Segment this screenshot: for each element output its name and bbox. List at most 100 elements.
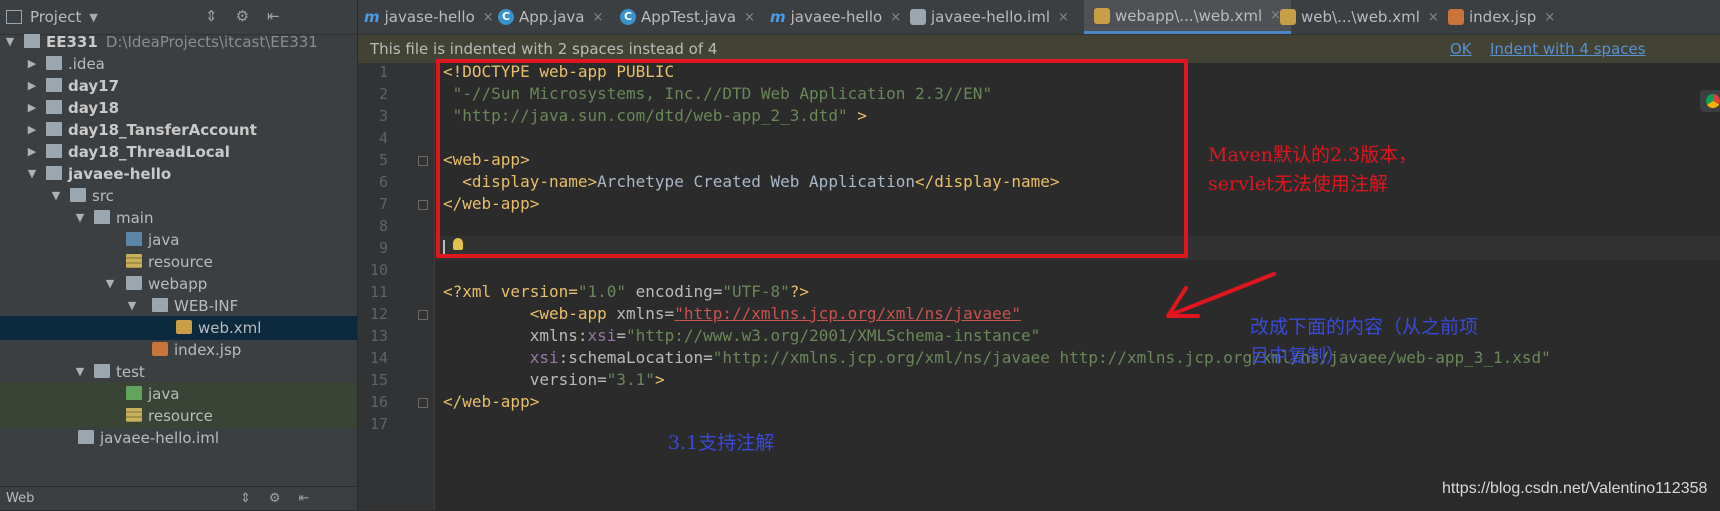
tree-item-day18[interactable]: ▶ day18 [0, 96, 357, 120]
hide-panel-icon[interactable]: ⇤ [267, 7, 280, 25]
project-view-title[interactable]: Project [30, 8, 81, 26]
collapse-all-icon[interactable]: ⇕ [240, 487, 251, 511]
tree-item-test-resource[interactable]: resource [0, 404, 357, 428]
line-number: 6 [378, 173, 388, 191]
line-number: 9 [378, 239, 388, 257]
close-icon[interactable]: × [744, 10, 755, 25]
tree-item-idea[interactable]: ▶ .idea [0, 52, 357, 76]
tree-item-webapp[interactable]: ▼ webapp [0, 272, 357, 296]
tree-item-day18-threadlocal[interactable]: ▶ day18_ThreadLocal [0, 140, 357, 164]
test-folder-icon [126, 386, 142, 400]
tree-item-label: main [116, 209, 154, 227]
folder-icon [46, 56, 62, 70]
close-icon[interactable]: × [593, 10, 604, 25]
resource-folder-icon [126, 254, 142, 268]
jsp-file-icon [152, 342, 168, 356]
line-number: 16 [369, 393, 388, 411]
tree-item-resource[interactable]: resource [0, 250, 357, 274]
tree-item-label: test [116, 363, 145, 381]
tab-webapp-web-xml[interactable]: webapp\...\web.xml × [1084, 0, 1292, 34]
fold-marker-icon[interactable] [418, 156, 428, 166]
fold-marker-icon[interactable] [418, 200, 428, 210]
project-icon [6, 10, 22, 24]
line-number: 17 [369, 415, 388, 433]
blue-annotation-note: 改成下面的内容（从之前项目中复制） [1250, 316, 1479, 367]
close-icon[interactable]: × [1544, 10, 1555, 25]
fold-marker-icon[interactable] [418, 398, 428, 408]
expand-arrow-icon[interactable]: ▼ [74, 360, 86, 384]
expand-arrow-icon[interactable]: ▶ [26, 74, 38, 98]
class-icon: C [620, 9, 636, 25]
string-token: "http://www.w3.org/2001/XMLSchema-instan… [626, 326, 1041, 345]
source-folder-icon [126, 232, 142, 246]
expand-arrow-icon[interactable]: ▶ [26, 96, 38, 120]
collapse-all-icon[interactable]: ⇕ [205, 7, 218, 25]
tab-label: javaee-hello [790, 8, 883, 26]
web-tool-window-header: Web ⇕ ⚙ ⇤ [0, 486, 357, 510]
close-icon[interactable]: × [890, 10, 901, 25]
pi-token: <?xml version= [443, 282, 578, 301]
module-file-icon [910, 9, 926, 25]
tree-item-src[interactable]: ▼ src [0, 184, 357, 208]
tree-item-label: day18 [68, 99, 120, 117]
code-line-12: <web-app xmlns="http://xmlns.jcp.org/xml… [443, 302, 1021, 326]
tree-item-index-jsp[interactable]: index.jsp [0, 338, 357, 362]
web-tool-window-title[interactable]: Web [6, 491, 34, 506]
gear-icon[interactable]: ⚙ [269, 487, 281, 511]
tree-item-main[interactable]: ▼ main [0, 206, 357, 230]
line-number: 13 [369, 327, 388, 345]
line-number: 14 [369, 349, 388, 367]
expand-arrow-icon[interactable]: ▶ [26, 118, 38, 142]
close-icon[interactable]: × [1058, 10, 1069, 25]
tree-item-label: day17 [68, 77, 120, 95]
tree-item-project-root[interactable]: ▼ EE331 D:\IdeaProjects\itcast\EE331 [0, 30, 357, 54]
tab-javaee-hello[interactable]: m javaee-hello × [770, 0, 901, 34]
close-icon[interactable]: × [483, 10, 494, 25]
xml-file-icon [1094, 7, 1110, 24]
expand-arrow-icon[interactable]: ▼ [74, 206, 86, 230]
tab-javase-hello[interactable]: m javase-hello × [364, 0, 494, 34]
expand-arrow-icon[interactable]: ▼ [26, 162, 38, 186]
tree-item-javaee-hello[interactable]: ▼ javaee-hello [0, 162, 357, 186]
browser-preview-icon[interactable] [1700, 90, 1720, 112]
line-number-gutter: 1 2 3 4 5 6 7 8 9 10 11 12 13 14 15 16 1… [358, 63, 435, 510]
tree-item-iml[interactable]: javaee-hello.iml [0, 426, 357, 450]
url-token[interactable]: "http://xmlns.jcp.org/xml/ns/javaee" [674, 304, 1021, 323]
expand-arrow-icon[interactable]: ▼ [126, 294, 138, 318]
tree-item-test-java[interactable]: java [0, 382, 357, 406]
tree-item-java[interactable]: java [0, 228, 357, 252]
expand-arrow-icon[interactable]: ▶ [26, 52, 38, 76]
tab-javaee-hello-iml[interactable]: javaee-hello.iml × [910, 0, 1069, 34]
chevron-down-icon[interactable]: ▼ [89, 11, 97, 24]
tab-label: AppTest.java [641, 8, 737, 26]
tree-item-test[interactable]: ▼ test [0, 360, 357, 384]
expand-arrow-icon[interactable]: ▼ [4, 30, 16, 54]
module-folder-icon [24, 34, 40, 48]
tab-apptest-java[interactable]: C AppTest.java × [620, 0, 755, 34]
close-icon[interactable]: × [1428, 10, 1439, 25]
tree-item-web-inf[interactable]: ▼ WEB-INF [0, 294, 357, 318]
tab-label: web\...\web.xml [1301, 8, 1420, 26]
maven-icon: m [364, 8, 380, 26]
module-file-icon [78, 430, 94, 444]
tab-index-jsp[interactable]: index.jsp × [1448, 0, 1555, 34]
xml-file-icon [176, 320, 192, 334]
tree-item-label: webapp [148, 275, 208, 293]
indent-with-4-spaces-link[interactable]: Indent with 4 spaces [1490, 35, 1646, 63]
fold-marker-icon[interactable] [418, 310, 428, 320]
expand-arrow-icon[interactable]: ▼ [50, 184, 62, 208]
tree-item-web-xml[interactable]: web.xml [0, 316, 357, 340]
tab-app-java[interactable]: C App.java × [498, 0, 603, 34]
tree-item-label: day18_TansferAccount [68, 121, 257, 139]
hide-panel-icon[interactable]: ⇤ [299, 487, 310, 511]
chrome-icon[interactable] [1706, 94, 1720, 108]
tree-item-day18-tansferaccount[interactable]: ▶ day18_TansferAccount [0, 118, 357, 142]
tab-web-web-xml[interactable]: web\...\web.xml × [1280, 0, 1439, 34]
gear-icon[interactable]: ⚙ [236, 7, 249, 25]
expand-arrow-icon[interactable]: ▶ [26, 140, 38, 164]
tree-item-label: javaee-hello.iml [100, 429, 219, 447]
ok-link[interactable]: OK [1450, 35, 1472, 63]
expand-arrow-icon[interactable]: ▼ [104, 272, 116, 296]
tree-item-day17[interactable]: ▶ day17 [0, 74, 357, 98]
code-line-16: </web-app> [443, 390, 539, 414]
